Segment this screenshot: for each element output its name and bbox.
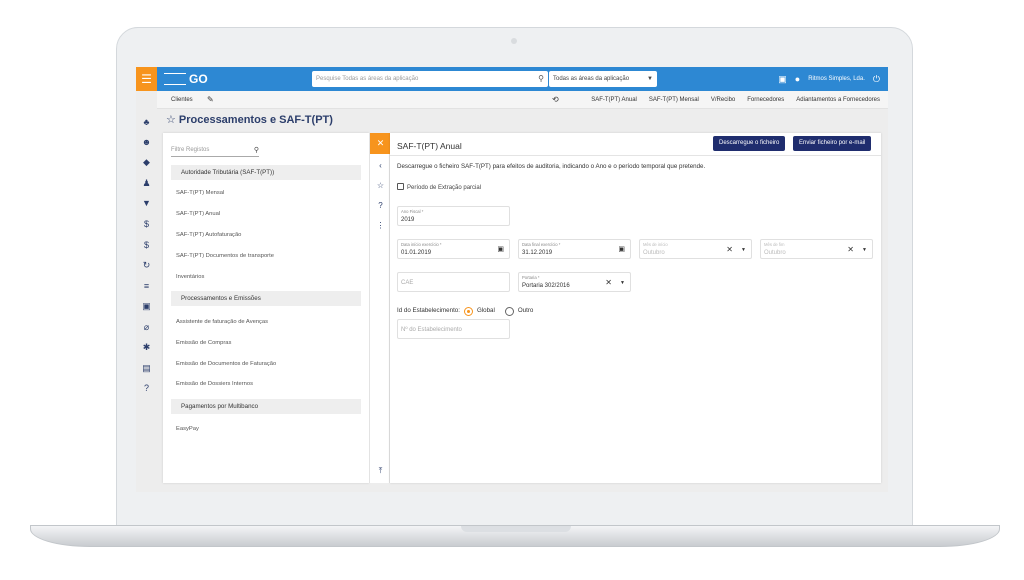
calendar-icon[interactable]: ▣ xyxy=(618,245,625,254)
list-icon[interactable]: ≡ xyxy=(136,280,157,292)
data-fim-field[interactable]: Data final exercício * 31.12.2019 ▣ xyxy=(518,239,631,259)
caret-down-icon[interactable]: ▼ xyxy=(862,246,867,254)
saft-form-panel: SAF-T(PT) Anual Descarregue o ficheiro E… xyxy=(390,133,881,483)
webcam xyxy=(511,38,517,44)
basket-icon[interactable]: ▼ xyxy=(136,197,157,209)
menu-item-saft-anual[interactable]: SAF-T(PT) Anual xyxy=(176,209,220,219)
header-divider xyxy=(390,155,881,156)
left-icon-rail: ♣ ☻ ◆ ♟ ▼ $ $ ↻ ≡ ▣ ⌀ ✱ ▤ ? xyxy=(136,91,157,492)
caret-down-icon[interactable]: ▼ xyxy=(620,279,625,287)
checkbox-box[interactable] xyxy=(397,183,404,190)
shortcut-saft-mensal[interactable]: SAF-T(PT) Mensal xyxy=(649,91,699,109)
dollar-icon[interactable]: $ xyxy=(136,218,157,230)
person-icon[interactable]: ♟ xyxy=(136,177,157,189)
power-icon[interactable]: ⏻ xyxy=(873,74,880,85)
menu-item-saft-autofaturacao[interactable]: SAF-T(PT) Autofaturação xyxy=(176,230,241,240)
menu-item-saft-transporte[interactable]: SAF-T(PT) Documentos de transporte xyxy=(176,251,274,261)
shortcut-links: SAF-T(PT) Anual SAF-T(PT) Mensal V/Recib… xyxy=(591,91,880,109)
menu-item-saft-mensal[interactable]: SAF-T(PT) Mensal xyxy=(176,188,224,198)
chevron-left-icon[interactable]: ‹ xyxy=(370,161,391,170)
estabelecimento-number-field[interactable]: Nº do Estabelecimento xyxy=(397,319,510,339)
sync-icon[interactable]: ↻ xyxy=(136,259,157,271)
caret-down-icon[interactable]: ▼ xyxy=(741,246,746,254)
radio-outro[interactable] xyxy=(504,306,514,316)
group-header-multibanco: Pagamentos por Multibanco xyxy=(171,399,361,414)
app-screen: ☰ GO Pesquise Todas as áreas da aplicaçã… xyxy=(136,67,888,492)
gear-icon[interactable]: ✱ xyxy=(136,341,157,353)
hierarchy-icon[interactable]: ♣ xyxy=(136,116,157,128)
history-icon[interactable]: ⟲ xyxy=(552,91,559,109)
estabelecimento-radio-group: Id do Estabelecimento: Global Outro xyxy=(397,306,534,316)
hamburger-menu-button[interactable]: ☰ xyxy=(136,67,157,91)
download-file-button[interactable]: Descarregue o ficheiro xyxy=(713,136,786,151)
close-icon[interactable]: ✕ xyxy=(370,133,391,154)
email-file-button[interactable]: Enviar ficheiro por e-mail xyxy=(793,136,872,151)
shortcut-vrecibo[interactable]: V/Recibo xyxy=(711,91,735,109)
mes-fim-select[interactable]: Mês de fim Outubro ✕ ▼ xyxy=(760,239,873,259)
shortcut-saft-anual[interactable]: SAF-T(PT) Anual xyxy=(591,91,637,109)
ano-fiscal-field[interactable]: Ano Fiscal * 2019 xyxy=(397,206,510,226)
menu-item-easypay[interactable]: EasyPay xyxy=(176,424,199,434)
menu-item-emissao-dossiers[interactable]: Emissão de Dossiers Internos xyxy=(176,379,253,389)
sub-header: Clientes ✎ ⟲ SAF-T(PT) Anual SAF-T(PT) M… xyxy=(157,91,888,109)
clear-icon[interactable]: ✕ xyxy=(605,278,612,287)
menu-item-emissao-compras[interactable]: Emissão de Compras xyxy=(176,338,231,348)
menu-item-inventarios[interactable]: Inventários xyxy=(176,272,204,282)
clear-icon[interactable]: ✕ xyxy=(847,245,854,254)
search-icon[interactable]: ⚲ xyxy=(254,144,259,157)
menu-item-avencas[interactable]: Assistente de faturação de Avenças xyxy=(176,317,268,327)
caret-down-icon: ▼ xyxy=(647,76,653,82)
radio-global[interactable] xyxy=(463,306,473,316)
mes-inicio-select[interactable]: Mês de início Outubro ✕ ▼ xyxy=(639,239,752,259)
attachment-icon[interactable]: ⌀ xyxy=(136,321,157,333)
menu-item-emissao-faturacao[interactable]: Emissão de Documentos de Faturação xyxy=(176,359,276,369)
clientes-link[interactable]: Clientes xyxy=(171,91,193,109)
filter-input[interactable]: Filtre Registos ⚲ xyxy=(171,144,259,157)
logo-mark-icon xyxy=(164,73,186,85)
form-description: Descarregue o ficheiro SAF-T(PT) para ef… xyxy=(397,163,706,170)
topbar-right-tools: ▣ ● Ritmos Simples, Lda. ⏻ xyxy=(778,67,880,91)
money-hand-icon[interactable]: $ xyxy=(136,239,157,251)
scroll-top-icon[interactable]: ⤒ xyxy=(370,466,391,476)
laptop-base xyxy=(30,525,1000,547)
menu-panel: Filtre Registos ⚲ Autoridade Tributária … xyxy=(163,133,369,483)
favorite-star-icon[interactable]: ☆ xyxy=(370,181,391,190)
portaria-select[interactable]: Portaria * Portaria 302/2016 ✕ ▼ xyxy=(518,272,631,292)
group-header-processamentos: Processamentos e Emissões xyxy=(171,291,361,306)
more-vertical-icon[interactable]: ⋮ xyxy=(370,221,391,230)
panel-toolbar-strip: ✕ ‹ ☆ ? ⋮ ⤒ xyxy=(369,133,391,483)
clear-icon[interactable]: ✕ xyxy=(726,245,733,254)
search-scope-select[interactable]: Todas as áreas da aplicação ▼ xyxy=(549,71,657,87)
group-header-autoridade: Autoridade Tributária (SAF-T(PT)) xyxy=(171,165,361,180)
shortcut-fornecedores[interactable]: Fornecedores xyxy=(747,91,784,109)
page-title: ☆ Processamentos e SAF-T(PT) xyxy=(166,114,333,126)
data-inicio-field[interactable]: Data início exercício * 01.01.2019 ▣ xyxy=(397,239,510,259)
search-icon[interactable]: ⚲ xyxy=(538,71,544,87)
global-search-input[interactable]: Pesquise Todas as áreas da aplicação ⚲ xyxy=(312,71,548,87)
pencil-icon[interactable]: ✎ xyxy=(207,91,214,109)
help-icon[interactable]: ? xyxy=(136,382,157,394)
partial-extraction-checkbox[interactable]: Período de Extração parcial xyxy=(397,183,481,193)
star-icon[interactable]: ☆ xyxy=(166,114,176,126)
users-icon[interactable]: ☻ xyxy=(136,136,157,148)
form-title: SAF-T(PT) Anual xyxy=(397,141,462,151)
estab-label: Id do Estabelecimento: xyxy=(397,307,460,314)
calendar-icon[interactable]: ▣ xyxy=(497,245,504,254)
company-name[interactable]: Ritmos Simples, Lda. xyxy=(808,76,865,82)
document-icon[interactable]: ▤ xyxy=(136,362,157,374)
calendar-rail-icon[interactable]: ▣ xyxy=(136,300,157,312)
app-logo[interactable]: GO xyxy=(164,71,208,87)
info-icon[interactable]: ? xyxy=(370,201,391,210)
top-bar: ☰ GO Pesquise Todas as áreas da aplicaçã… xyxy=(136,67,888,91)
tag-icon[interactable]: ◆ xyxy=(136,156,157,168)
user-icon[interactable]: ● xyxy=(795,74,800,84)
shortcut-adiantamentos[interactable]: Adiantamentos a Fornecedores xyxy=(796,91,880,109)
cae-field[interactable]: CAE xyxy=(397,272,510,292)
calendar-icon[interactable]: ▣ xyxy=(778,74,787,85)
laptop-notch xyxy=(461,526,571,532)
